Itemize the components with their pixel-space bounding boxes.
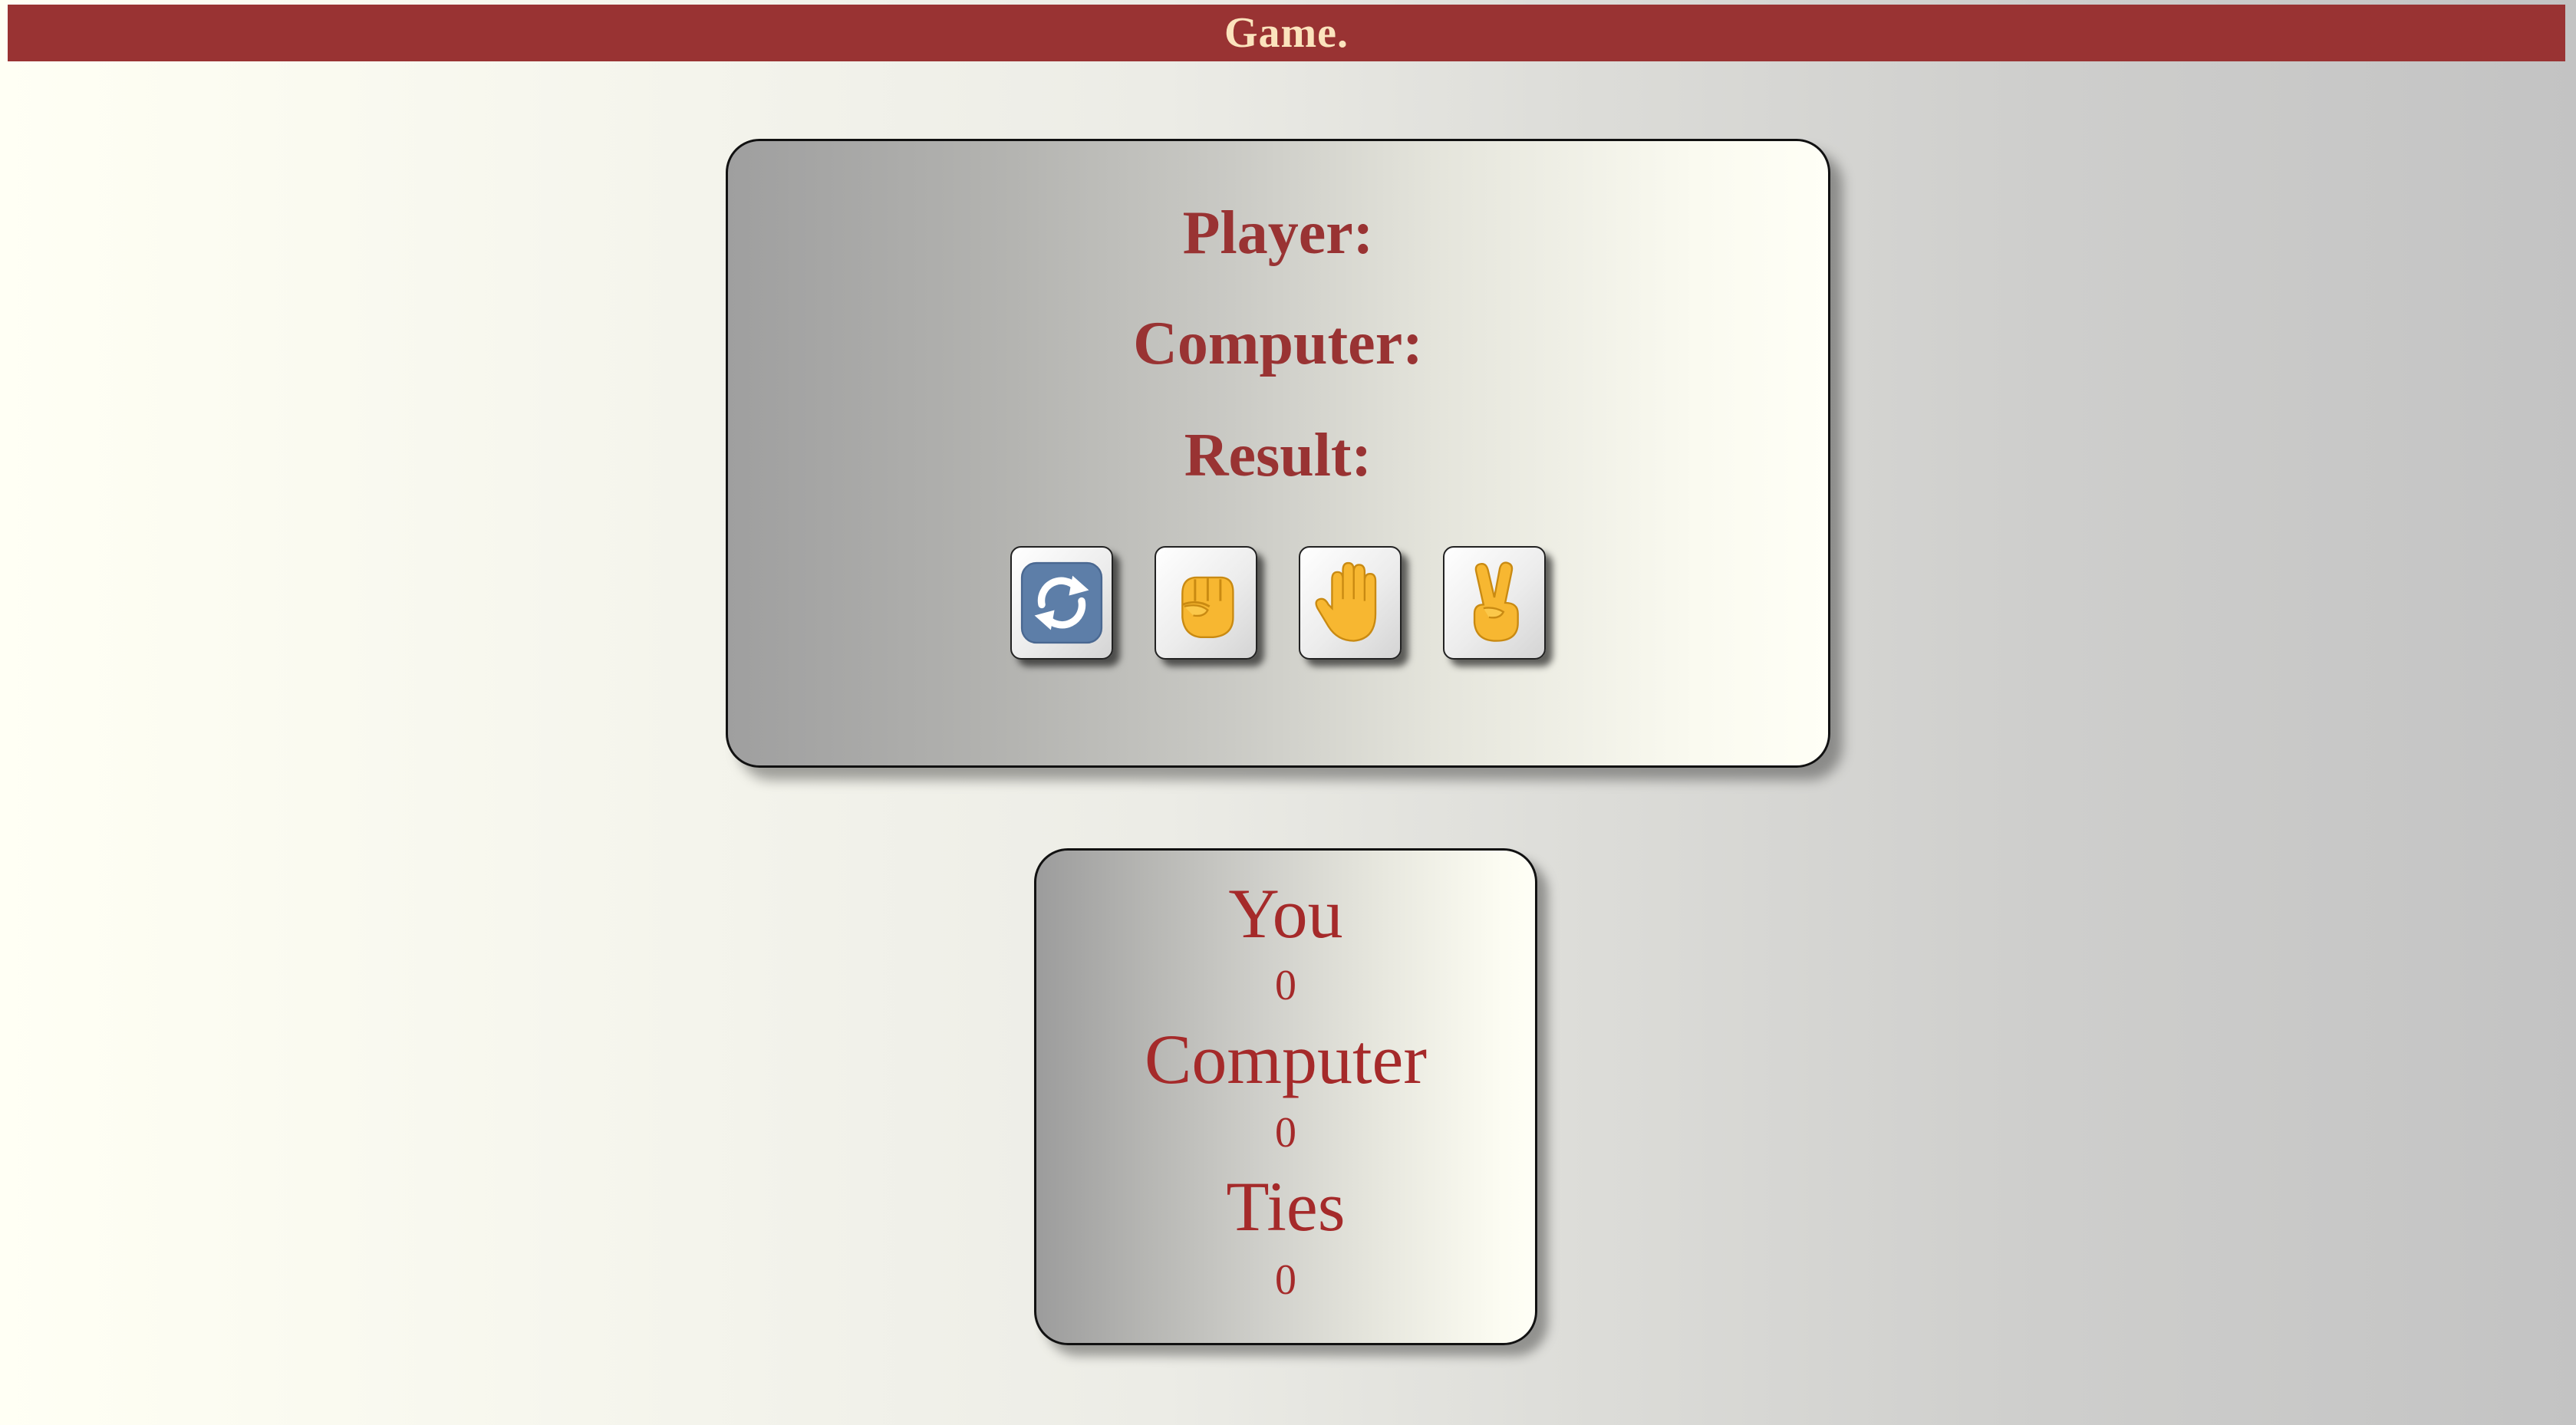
raised-fist-icon (1161, 558, 1251, 648)
choice-button-row (1010, 546, 1547, 664)
player-choice-label: Player: (1182, 199, 1374, 267)
victory-hand-icon (1449, 558, 1540, 648)
raised-hand-icon (1305, 558, 1395, 648)
scoreboard-panel: You 0 Computer 0 Ties 0 (1034, 848, 1537, 1345)
computer-choice-label: Computer: (1133, 310, 1423, 377)
you-score-label: You (1228, 874, 1343, 953)
paper-button[interactable] (1299, 546, 1402, 660)
computer-score-label: Computer (1145, 1020, 1427, 1098)
scissors-button[interactable] (1443, 546, 1546, 660)
repeat-arrows-icon (1016, 558, 1107, 648)
computer-score-value: 0 (1275, 1109, 1296, 1157)
you-score-value: 0 (1275, 962, 1296, 1009)
game-panel: Player: Computer: Result: (726, 139, 1830, 768)
ties-score-value: 0 (1275, 1256, 1296, 1304)
ties-score-label: Ties (1226, 1167, 1346, 1246)
top-bar: Game. (8, 5, 2565, 61)
result-label: Result: (1184, 422, 1372, 489)
rock-button[interactable] (1155, 546, 1257, 660)
page-title: Game. (1224, 9, 1349, 57)
reset-button[interactable] (1010, 546, 1113, 660)
